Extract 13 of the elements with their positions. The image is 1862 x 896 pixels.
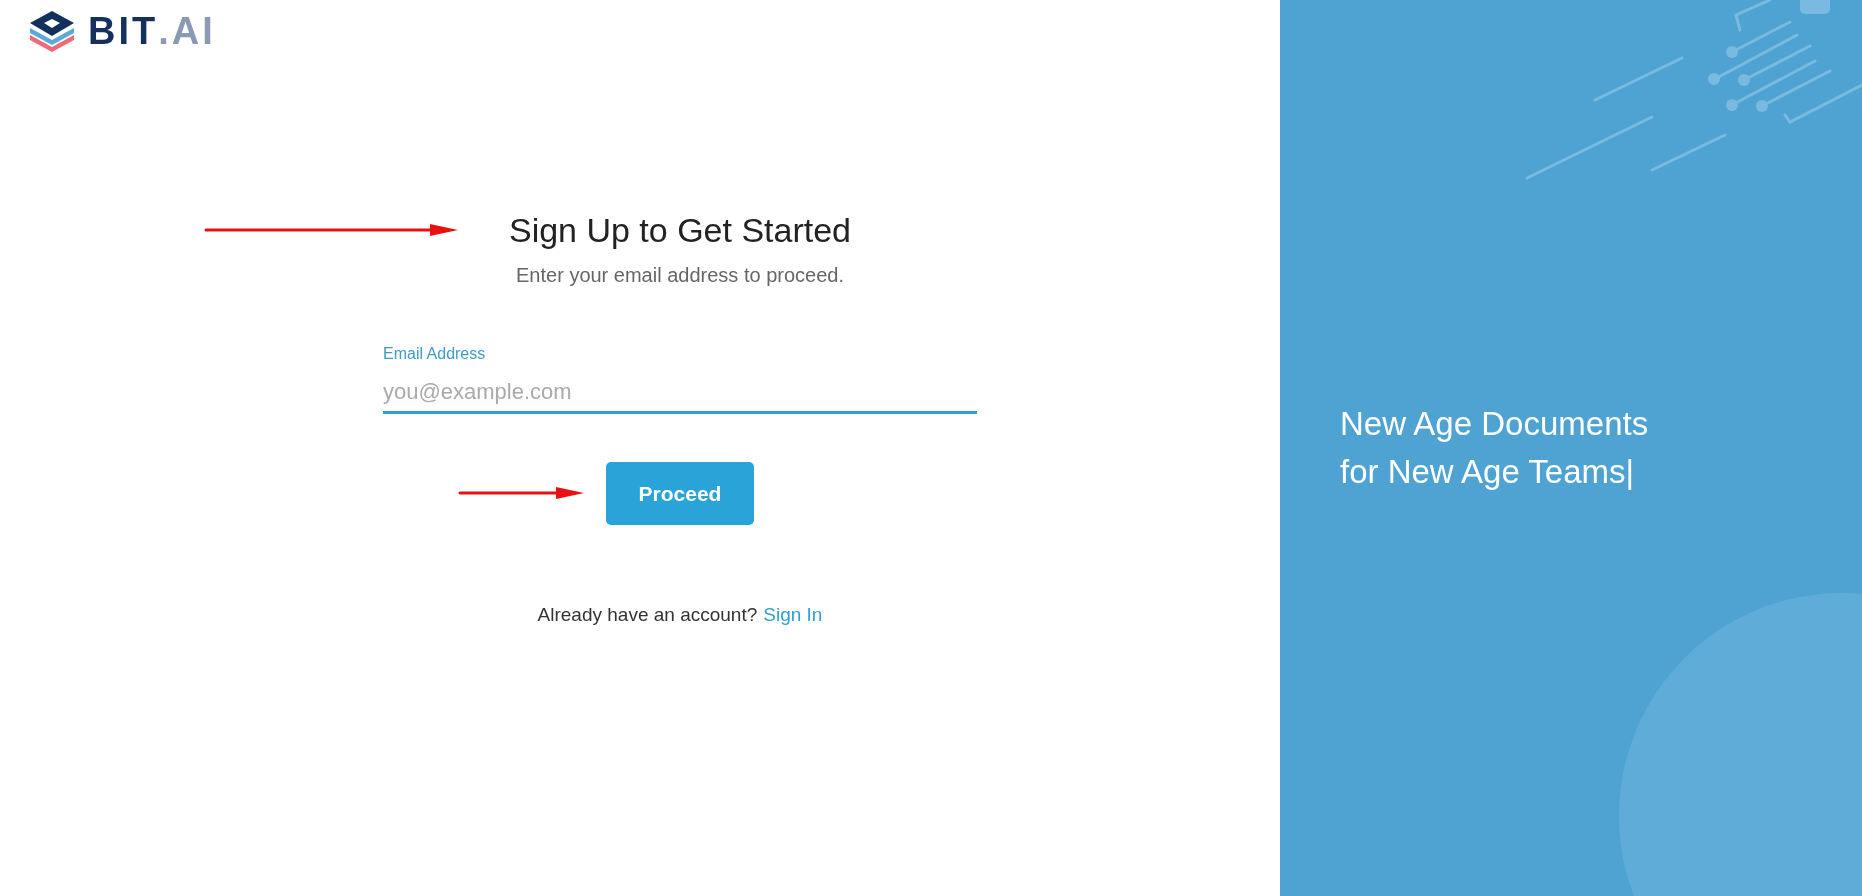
proceed-button[interactable]: Proceed: [606, 462, 754, 525]
annotation-arrow-icon: [203, 223, 458, 237]
field-label: Email Address: [383, 344, 487, 364]
hero-tagline: for New Age Teams|: [1340, 452, 1636, 492]
annotation-arrow-icon: [458, 486, 584, 500]
sign-in-link[interactable]: Sign In: [763, 601, 823, 630]
logo-suffix: .AI: [158, 12, 216, 50]
account-prompt: Already have an account?: [537, 603, 758, 627]
email-input-field[interactable]: you@example.com: [383, 372, 977, 414]
page-subtitle: Enter your email address to proceed.: [516, 263, 844, 288]
page-heading: Sign Up to Get Started: [508, 210, 852, 251]
hero-tagline: New Age Documents: [1340, 404, 1650, 444]
logo-wordmark: BIT: [88, 12, 159, 50]
